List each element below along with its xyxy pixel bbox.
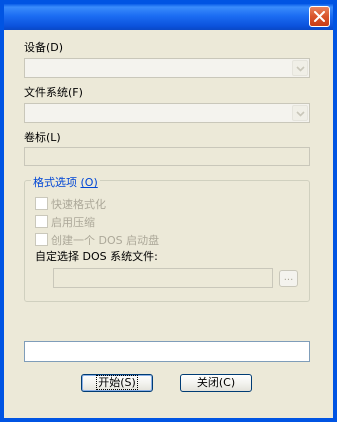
- format-options-mnemonic: (O): [80, 176, 98, 189]
- title-bar[interactable]: [4, 4, 333, 30]
- format-options-title-text: 格式选项: [33, 176, 77, 189]
- close-dialog-button-label: 关闭: [196, 376, 219, 389]
- filesystem-select[interactable]: [24, 103, 310, 123]
- device-dropdown-button[interactable]: [292, 60, 308, 76]
- chevron-down-icon: [296, 111, 305, 117]
- filesystem-label: 文件系统(F): [24, 84, 83, 100]
- custom-dos-files-label: 自定选择 DOS 系统文件:: [35, 250, 158, 263]
- close-icon: [314, 11, 325, 22]
- dos-boot-checkbox[interactable]: [35, 233, 48, 246]
- custom-dos-files-input[interactable]: [53, 268, 273, 288]
- device-label: 设备(D): [24, 39, 63, 55]
- start-button-label: 开始: [98, 376, 121, 389]
- status-field: [24, 341, 310, 362]
- filesystem-mnemonic: (F): [68, 86, 83, 99]
- close-button[interactable]: [309, 6, 330, 27]
- compression-option[interactable]: 启用压缩: [35, 214, 235, 229]
- quick-format-label: 快速格式化: [51, 198, 106, 211]
- filesystem-label-text: 文件系统: [24, 86, 68, 99]
- format-options-title: 格式选项 (O): [31, 174, 100, 190]
- dos-boot-label: 创建一个 DOS 启动盘: [51, 234, 160, 247]
- device-select[interactable]: [24, 58, 310, 78]
- start-button-mnemonic: (S): [120, 376, 136, 389]
- dos-boot-option[interactable]: 创建一个 DOS 启动盘: [35, 232, 255, 247]
- start-button[interactable]: 开始(S): [81, 374, 153, 392]
- volume-label-input[interactable]: [24, 147, 310, 166]
- quick-format-option[interactable]: 快速格式化: [35, 196, 235, 211]
- quick-format-checkbox[interactable]: [35, 197, 48, 210]
- filesystem-dropdown-button[interactable]: [292, 105, 308, 121]
- volume-mnemonic: (L): [46, 131, 61, 144]
- chevron-down-icon: [296, 66, 305, 72]
- close-dialog-button[interactable]: 关闭(C): [180, 374, 252, 392]
- close-dialog-button-mnemonic: (C): [218, 376, 236, 389]
- browse-button[interactable]: ...: [279, 270, 298, 287]
- device-label-text: 设备: [24, 41, 46, 54]
- start-button-focus: 开始(S): [96, 375, 138, 390]
- device-mnemonic: (D): [46, 41, 64, 54]
- compression-label: 启用压缩: [51, 216, 95, 229]
- volume-label: 卷标(L): [24, 129, 61, 145]
- volume-label-text: 卷标: [24, 131, 46, 144]
- compression-checkbox[interactable]: [35, 215, 48, 228]
